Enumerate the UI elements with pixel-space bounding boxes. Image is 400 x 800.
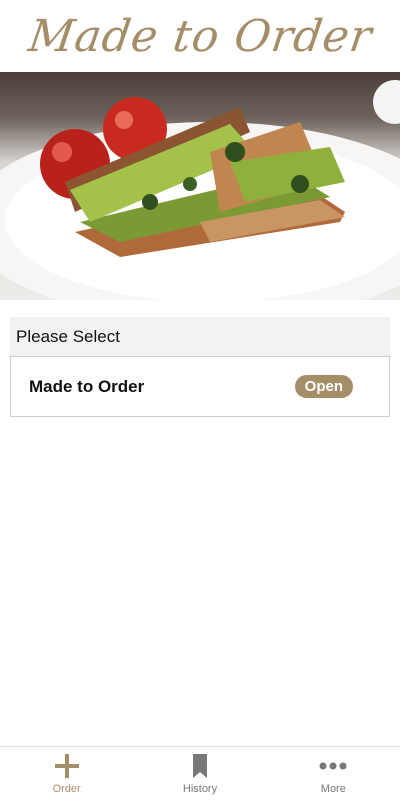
more-dots-icon — [318, 752, 348, 780]
nav-item-history[interactable]: History — [133, 747, 266, 800]
select-panel: Please Select Made to Order Open — [10, 317, 390, 417]
nav-label-more: More — [320, 783, 346, 795]
bookmark-icon — [190, 752, 210, 780]
nav-item-more[interactable]: More — [267, 747, 400, 800]
option-label: Made to Order — [29, 376, 145, 396]
status-badge: Open — [294, 375, 353, 398]
bottom-nav: Order History More — [0, 746, 400, 800]
nav-item-order[interactable]: Order — [0, 747, 133, 800]
plus-icon — [53, 752, 81, 780]
hero-image — [0, 72, 400, 300]
menu-option-made-to-order[interactable]: Made to Order Open — [10, 356, 390, 417]
app-header: Made to Order — [0, 0, 400, 72]
nav-label-history: History — [182, 783, 218, 795]
sandwich-photo-illustration — [0, 80, 400, 300]
app-title: Made to Order — [24, 10, 376, 62]
select-heading: Please Select — [10, 317, 390, 356]
nav-label-order: Order — [52, 783, 81, 795]
